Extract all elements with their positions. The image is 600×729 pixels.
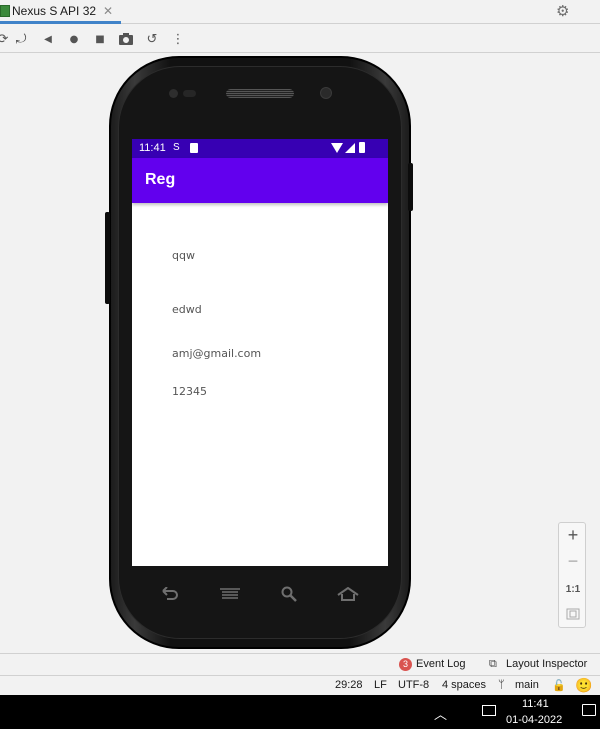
zoom-out-button[interactable]: − [559, 551, 587, 572]
menu-key-icon[interactable] [219, 585, 241, 603]
android-status-bar: 11:41 S [132, 139, 388, 158]
front-camera-icon [320, 87, 332, 99]
notifications-icon[interactable] [582, 704, 596, 716]
emulator-tab-icon [0, 4, 10, 17]
ide-status-bar: 29:28 LF UTF-8 4 spaces ᛘ main 🔓 🙂 [0, 675, 600, 695]
username-field[interactable]: edwd [172, 303, 202, 316]
rotate-icon[interactable]: ⤾ [12, 30, 30, 48]
tab-nexus-s-api-32[interactable]: Nexus S API 32 ✕ [0, 0, 122, 24]
indent-setting[interactable]: 4 spaces [442, 679, 486, 691]
sd-card-icon [190, 143, 198, 153]
close-tab-icon[interactable]: ✕ [103, 4, 113, 18]
cell-signal-icon [345, 143, 355, 153]
branch-icon: ᛘ [498, 679, 505, 691]
wifi-icon [331, 143, 343, 153]
file-encoding[interactable]: UTF-8 [398, 679, 429, 691]
emulator-toolbar: ⟳ ⤾ ◀ ● ■ ↺ ⋮ [0, 25, 600, 53]
actual-size-button[interactable]: 1:1 [559, 584, 587, 595]
camera-icon[interactable] [117, 30, 135, 48]
event-log-button[interactable]: Event Log [416, 658, 466, 670]
app-bar: Reg [132, 158, 388, 203]
tab-label: Nexus S API 32 [12, 3, 97, 18]
earpiece-speaker [226, 89, 294, 98]
sensor-icon [169, 89, 178, 98]
editor-tab-bar: Nexus S API 32 ✕ ⚙ [0, 0, 600, 24]
home-key-icon[interactable] [337, 585, 359, 603]
back-key-icon[interactable] [158, 585, 180, 603]
power-icon[interactable]: ⟳ [0, 30, 12, 48]
battery-icon [359, 142, 365, 153]
windows-taskbar: ︿ 11:41 01-04-2022 [0, 695, 600, 729]
git-branch[interactable]: main [515, 679, 539, 691]
email-field[interactable]: amj@gmail.com [172, 347, 261, 360]
event-log-badge: 3 [399, 658, 412, 671]
snapshot-icon[interactable]: ↺ [143, 30, 161, 48]
device-screen[interactable]: 11:41 S Reg qqw edwd amj@gmail.com 12345 [132, 139, 388, 566]
show-hidden-icons-icon[interactable]: ︿ [434, 704, 447, 723]
sim-icon: S [173, 142, 180, 153]
search-key-icon[interactable] [278, 585, 300, 603]
network-icon[interactable] [482, 705, 496, 716]
caret-position[interactable]: 29:28 [335, 679, 363, 691]
feedback-smiley-icon[interactable]: 🙂 [575, 677, 592, 694]
back-icon[interactable]: ◀ [39, 30, 57, 48]
name-field[interactable]: qqw [172, 249, 195, 262]
home-icon[interactable]: ● [65, 30, 83, 48]
password-field[interactable]: 12345 [172, 385, 207, 398]
more-icon[interactable]: ⋮ [169, 30, 187, 48]
status-time: 11:41 [139, 142, 166, 154]
power-button[interactable] [408, 163, 413, 211]
taskbar-time[interactable]: 11:41 [522, 698, 549, 710]
overview-icon[interactable]: ■ [91, 30, 109, 48]
app-title: Reg [145, 171, 176, 188]
layout-inspector-button[interactable]: Layout Inspector [506, 658, 587, 670]
fit-screen-icon[interactable] [559, 607, 587, 625]
tool-window-bar: 3 Event Log ⧉ Layout Inspector [0, 653, 600, 675]
lock-icon[interactable]: 🔓 [552, 679, 566, 692]
zoom-controls: + − 1:1 [558, 522, 586, 628]
zoom-in-button[interactable]: + [559, 525, 587, 546]
proximity-sensor-icon [183, 90, 196, 97]
gear-icon[interactable]: ⚙ [556, 3, 572, 19]
layout-inspector-icon: ⧉ [489, 658, 497, 670]
line-separator[interactable]: LF [374, 679, 387, 691]
volume-button[interactable] [105, 212, 110, 304]
taskbar-date[interactable]: 01-04-2022 [506, 714, 562, 726]
